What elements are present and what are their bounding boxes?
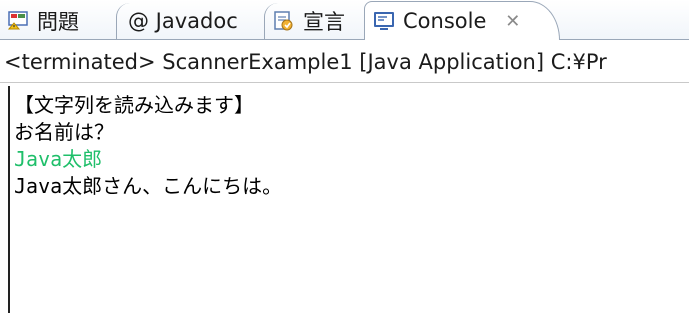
console-status-line: <terminated> ScannerExample1 [Java Appli… [0, 41, 689, 83]
tab-console[interactable]: Console ✕ [364, 1, 561, 40]
console-view: 問題 @ Javadoc 宣言 Console ✕ <terminated> S… [0, 0, 689, 313]
tab-javadoc[interactable]: @ Javadoc [128, 2, 238, 40]
console-line: Java太郎さん、こんにちは。 [14, 174, 283, 198]
declaration-icon [272, 9, 296, 33]
view-tab-bar: 問題 @ Javadoc 宣言 Console ✕ [0, 0, 689, 40]
tab-problems[interactable]: 問題 [6, 2, 79, 40]
problems-icon [6, 9, 30, 33]
tab-declaration[interactable]: 宣言 [272, 2, 345, 40]
tab-javadoc-label: @ Javadoc [128, 9, 238, 33]
console-line: お名前は？ [14, 120, 114, 144]
console-output[interactable]: 【文字列を読み込みます】 お名前は？ Java太郎 Java太郎さん、こんにちは… [8, 86, 689, 313]
console-input-line: Java太郎 [14, 147, 103, 171]
close-icon[interactable]: ✕ [505, 11, 520, 32]
console-line: 【文字列を読み込みます】 [14, 93, 254, 117]
tab-console-label: Console [403, 9, 487, 33]
tab-declaration-label: 宣言 [303, 10, 345, 34]
console-icon [372, 9, 396, 33]
tab-problems-label: 問題 [37, 10, 79, 34]
